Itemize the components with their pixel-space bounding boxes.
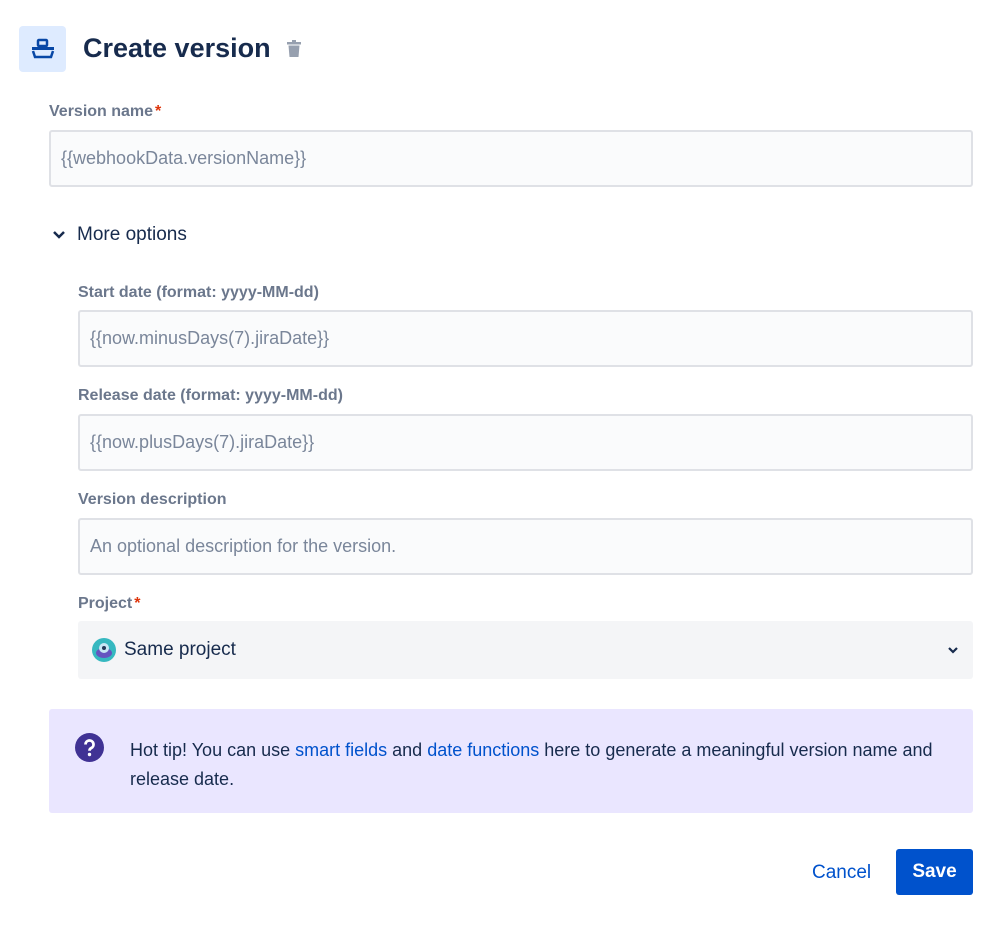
project-label: Project* xyxy=(78,595,140,613)
start-date-label: Start date (format: yyyy-MM-dd) xyxy=(78,284,319,302)
chevron-down-icon xyxy=(52,230,66,240)
page-title: Create version xyxy=(83,33,271,64)
release-date-label: Release date (format: yyyy-MM-dd) xyxy=(78,387,343,405)
chevron-down-icon xyxy=(947,646,959,654)
project-avatar-icon xyxy=(92,638,116,662)
cancel-button[interactable]: Cancel xyxy=(812,862,871,884)
date-functions-link[interactable]: date functions xyxy=(427,740,539,760)
version-name-input[interactable]: {{webhookData.versionName}} xyxy=(49,130,973,187)
trash-icon[interactable] xyxy=(286,40,302,63)
more-options-toggle[interactable]: More options xyxy=(52,224,187,246)
project-select[interactable]: Same project xyxy=(78,621,973,679)
ship-icon xyxy=(19,26,66,72)
description-label: Version description xyxy=(78,491,226,509)
more-options-label: More options xyxy=(77,224,187,246)
release-date-input[interactable]: {{now.plusDays(7).jiraDate}} xyxy=(78,414,973,471)
version-name-label: Version name* xyxy=(49,103,161,121)
project-value: Same project xyxy=(124,639,947,661)
question-icon xyxy=(75,733,104,767)
start-date-input[interactable]: {{now.minusDays(7).jiraDate}} xyxy=(78,310,973,367)
description-input[interactable]: An optional description for the version. xyxy=(78,518,973,575)
save-button[interactable]: Save xyxy=(896,849,973,895)
hot-tip-text: Hot tip! You can use smart fields and da… xyxy=(130,736,960,794)
smart-fields-link[interactable]: smart fields xyxy=(295,740,387,760)
